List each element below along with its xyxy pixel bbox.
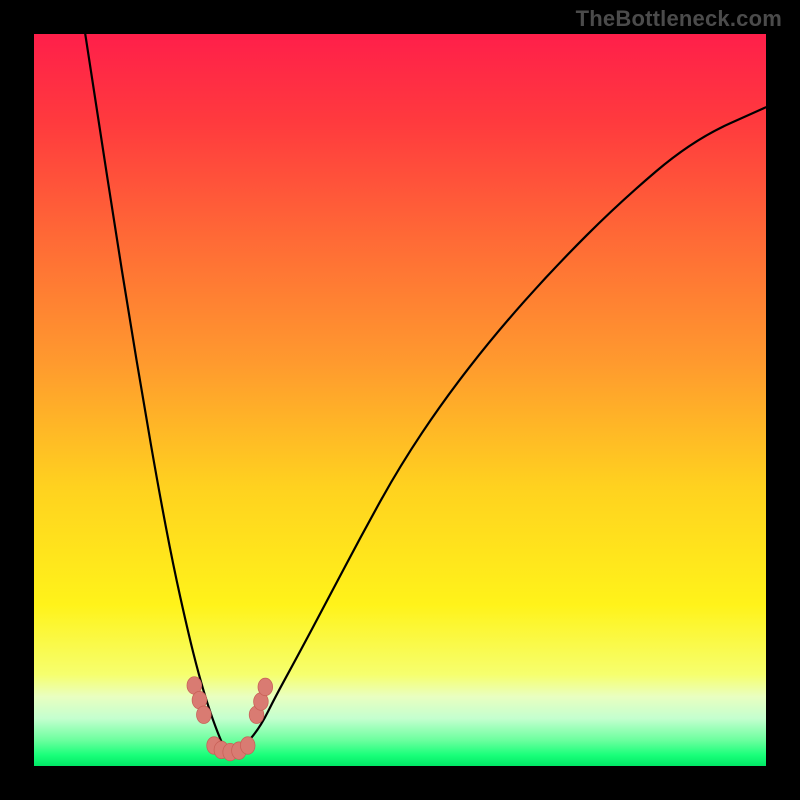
curve-layer — [34, 34, 766, 766]
data-marker — [197, 706, 212, 724]
data-marker — [240, 737, 255, 755]
plot-area — [34, 34, 766, 766]
data-marker — [258, 678, 273, 696]
watermark-text: TheBottleneck.com — [576, 6, 782, 32]
marker-layer — [187, 677, 273, 761]
chart-stage: TheBottleneck.com — [0, 0, 800, 800]
bottleneck-curve — [85, 34, 766, 755]
